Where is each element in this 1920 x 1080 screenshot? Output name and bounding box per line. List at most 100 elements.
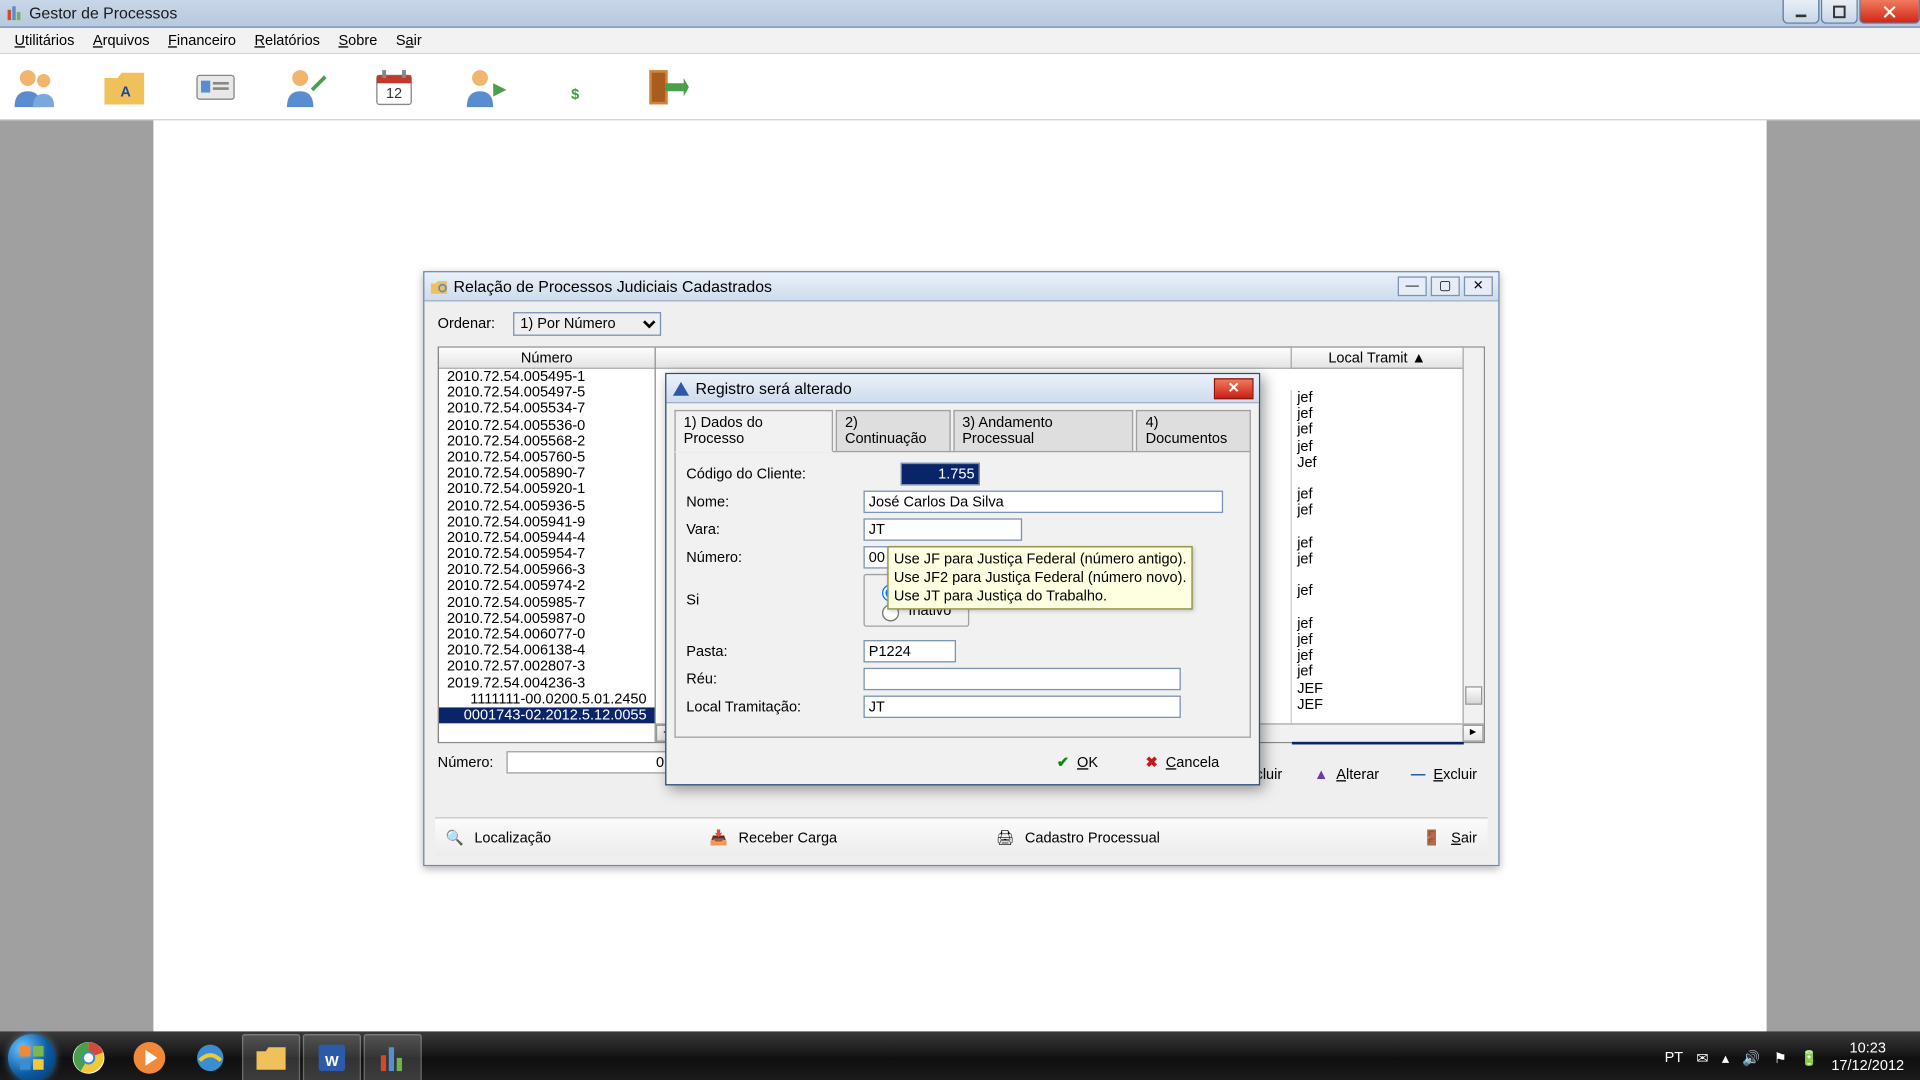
table-row-local[interactable]: jef (1292, 422, 1464, 438)
tray-lang[interactable]: PT (1665, 1050, 1684, 1066)
input-codigo[interactable] (900, 463, 979, 485)
table-row[interactable]: 2010.72.54.005534-7 (439, 401, 655, 417)
input-reu[interactable] (863, 668, 1180, 690)
dialog-close-button[interactable]: ✕ (1214, 378, 1254, 399)
receber-carga-button[interactable]: 📥Receber Carga (710, 829, 837, 846)
ok-button[interactable]: ✔OK (1057, 754, 1098, 771)
input-pasta[interactable] (863, 640, 956, 662)
table-row-local[interactable]: jef (1292, 648, 1464, 664)
table-row-local[interactable]: jef (1292, 632, 1464, 648)
table-row-local[interactable]: jef (1292, 584, 1464, 600)
input-vara[interactable] (863, 518, 1022, 540)
table-row-local[interactable]: jef (1292, 406, 1464, 422)
cadastro-processual-button[interactable]: 🖨Cadastro Processual (996, 829, 1160, 846)
numero-input[interactable] (507, 751, 671, 773)
table-row-local[interactable]: Jef (1292, 455, 1464, 471)
mdi-maximize-button[interactable]: ▢ (1431, 276, 1460, 296)
tray-flag-icon[interactable]: ⚑ (1774, 1049, 1787, 1066)
taskbar-word[interactable]: W (303, 1034, 361, 1080)
tray-chevron-up-icon[interactable]: ▴ (1722, 1049, 1729, 1066)
menu-financeiro[interactable]: Financeiro (159, 30, 245, 51)
table-row-local[interactable]: jef (1292, 551, 1464, 567)
close-button[interactable] (1859, 0, 1920, 24)
table-row[interactable]: 2010.72.54.006077-0 (439, 627, 655, 643)
table-row-local[interactable]: jef (1292, 535, 1464, 551)
table-row[interactable]: 2019.72.54.004236-3 (439, 675, 655, 691)
table-row-local[interactable]: jef (1292, 487, 1464, 503)
tool-money-icon[interactable]: $ (547, 60, 603, 113)
table-row[interactable]: 2010.72.54.005941-9 (439, 514, 655, 530)
menu-utilitarios[interactable]: Utilitários (5, 30, 83, 51)
table-row-local[interactable] (1292, 600, 1464, 616)
table-row-local[interactable]: jef (1292, 664, 1464, 680)
menu-arquivos[interactable]: Arquivos (84, 30, 159, 51)
table-row[interactable]: 2010.72.57.002807-3 (439, 659, 655, 675)
table-row[interactable]: 2010.72.54.005987-0 (439, 611, 655, 627)
taskbar-explorer[interactable] (242, 1034, 300, 1080)
table-row[interactable]: 2010.72.54.005890-7 (439, 466, 655, 482)
table-row-local[interactable]: jef (1292, 390, 1464, 406)
col-header-local[interactable]: Local Tramit ▲ (1291, 348, 1463, 369)
table-row[interactable]: 2010.72.54.005974-2 (439, 578, 655, 594)
minimize-button[interactable] (1782, 0, 1819, 24)
start-button[interactable] (5, 1031, 58, 1080)
cancel-button[interactable]: ✖Cancela (1146, 754, 1220, 771)
tool-calendar-icon[interactable]: 12 (368, 60, 424, 113)
tool-person-edit-icon[interactable] (278, 60, 334, 113)
table-row-local[interactable] (1292, 519, 1464, 535)
table-row[interactable]: 2010.72.54.005497-5 (439, 385, 655, 401)
taskbar-gestor[interactable] (364, 1034, 422, 1080)
tray-mail-icon[interactable]: ✉ (1696, 1049, 1708, 1066)
tab-dados-processo[interactable]: 1) Dados do Processo (674, 410, 833, 452)
tab-documentos[interactable]: 4) Documentos (1136, 410, 1251, 452)
sair-button[interactable]: 🚪Sair (1422, 829, 1477, 846)
tray-clock[interactable]: 10:23 17/12/2012 (1831, 1041, 1904, 1075)
table-row[interactable]: 2010.72.54.005536-0 (439, 417, 655, 433)
table-row[interactable]: 2010.72.54.005944-4 (439, 530, 655, 546)
table-row-local[interactable] (1292, 568, 1464, 584)
col-header-numero[interactable]: Número (439, 348, 655, 369)
tool-person-play-icon[interactable] (458, 60, 514, 113)
taskbar-ie[interactable] (181, 1034, 239, 1080)
tab-continuacao[interactable]: 2) Continuação (836, 410, 951, 452)
menu-sobre[interactable]: Sobre (329, 30, 386, 51)
table-row[interactable]: 0001743-02.2012.5.12.0055 (439, 707, 655, 723)
excluir-button[interactable]: —Excluir (1411, 766, 1477, 783)
table-row[interactable]: 2010.72.54.005966-3 (439, 562, 655, 578)
tool-clients-icon[interactable] (8, 60, 64, 113)
maximize-button[interactable] (1821, 0, 1858, 24)
table-row[interactable]: 2010.72.54.005495-1 (439, 369, 655, 385)
tray-volume-icon[interactable]: 🔊 (1742, 1049, 1760, 1066)
table-row[interactable]: 1111111-00.0200.5.01.2450 (439, 691, 655, 707)
table-row[interactable]: 2010.72.54.005954-7 (439, 546, 655, 562)
table-row-local[interactable]: jef (1292, 438, 1464, 454)
table-row[interactable]: 2010.72.54.005760-5 (439, 450, 655, 466)
table-row-local[interactable]: jef (1292, 503, 1464, 519)
table-row[interactable]: 2010.72.54.005985-7 (439, 595, 655, 611)
tab-andamento[interactable]: 3) Andamento Processual (953, 410, 1134, 452)
localizacao-button[interactable]: 🔍Localização (446, 829, 552, 846)
input-nome[interactable] (863, 491, 1223, 513)
tray-battery-icon[interactable]: 🔋 (1800, 1049, 1818, 1066)
tool-card-icon[interactable] (188, 60, 244, 113)
table-row-local[interactable]: JEF (1292, 680, 1464, 696)
vertical-scrollbar[interactable] (1462, 348, 1483, 724)
input-local[interactable] (863, 696, 1180, 718)
menu-relatorios[interactable]: Relatórios (245, 30, 329, 51)
table-row[interactable]: 2010.72.54.005920-1 (439, 482, 655, 498)
table-row[interactable]: 2010.72.54.006138-4 (439, 643, 655, 659)
mdi-minimize-button[interactable]: — (1398, 276, 1427, 296)
menu-sair[interactable]: Sair (387, 30, 431, 51)
alterar-button[interactable]: ▲Alterar (1314, 766, 1379, 783)
table-row-local[interactable] (1292, 471, 1464, 487)
taskbar-chrome[interactable] (60, 1034, 118, 1080)
table-row-local[interactable]: JEF (1292, 697, 1464, 713)
tool-folder-a-icon[interactable]: A (98, 60, 154, 113)
table-row-local[interactable]: jef (1292, 616, 1464, 632)
table-row[interactable]: 2010.72.54.005936-5 (439, 498, 655, 514)
ordenar-select[interactable]: 1) Por Número (514, 312, 662, 336)
table-row[interactable]: 2010.72.54.005568-2 (439, 433, 655, 449)
taskbar-media-player[interactable] (120, 1034, 178, 1080)
mdi-close-button[interactable]: ✕ (1464, 276, 1493, 296)
tool-exit-icon[interactable] (637, 60, 693, 113)
